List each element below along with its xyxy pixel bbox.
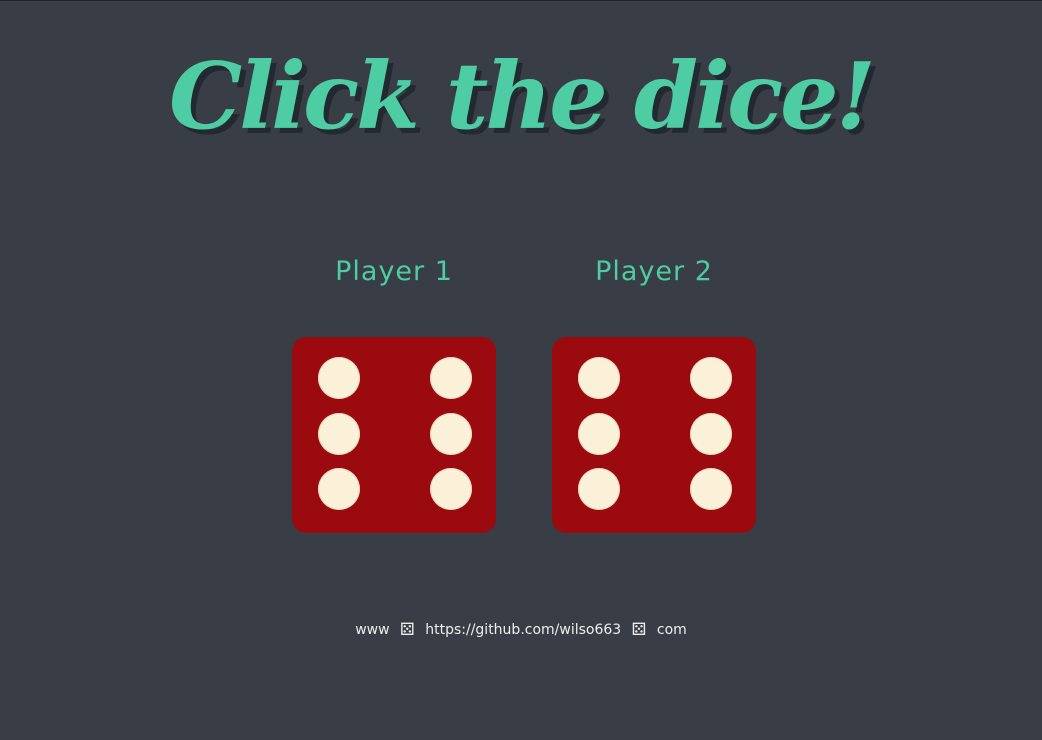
page-title: Click the dice! — [168, 42, 876, 150]
die-pip — [318, 357, 360, 399]
player-1-die[interactable] — [292, 337, 496, 533]
player-2-die[interactable] — [552, 337, 756, 533]
die-pip — [578, 357, 620, 399]
die-pip — [318, 468, 360, 510]
player-2: Player 2 — [552, 256, 756, 287]
dice-icon: ⚄ — [631, 620, 647, 640]
dice-icon: ⚄ — [400, 620, 415, 640]
die-pip — [578, 468, 620, 510]
footer-link: https://github.com/wilso663 — [425, 622, 622, 638]
footer-suffix: com — [656, 622, 687, 638]
footer-prefix: www — [355, 622, 390, 638]
top-border — [0, 0, 1042, 1]
die-pip — [690, 413, 732, 455]
player-1: Player 1 — [292, 256, 496, 287]
die-pip — [430, 357, 472, 399]
die-pip — [690, 468, 732, 510]
die-pip — [690, 357, 732, 399]
player-1-label: Player 1 — [335, 256, 453, 287]
die-pip — [430, 468, 472, 510]
die-pip — [578, 413, 620, 455]
die-pip — [430, 413, 472, 455]
die-pip — [318, 413, 360, 455]
footer: www ⚄ https://github.com/wilso663 ⚄ com — [0, 620, 1042, 640]
player-2-label: Player 2 — [595, 256, 713, 287]
